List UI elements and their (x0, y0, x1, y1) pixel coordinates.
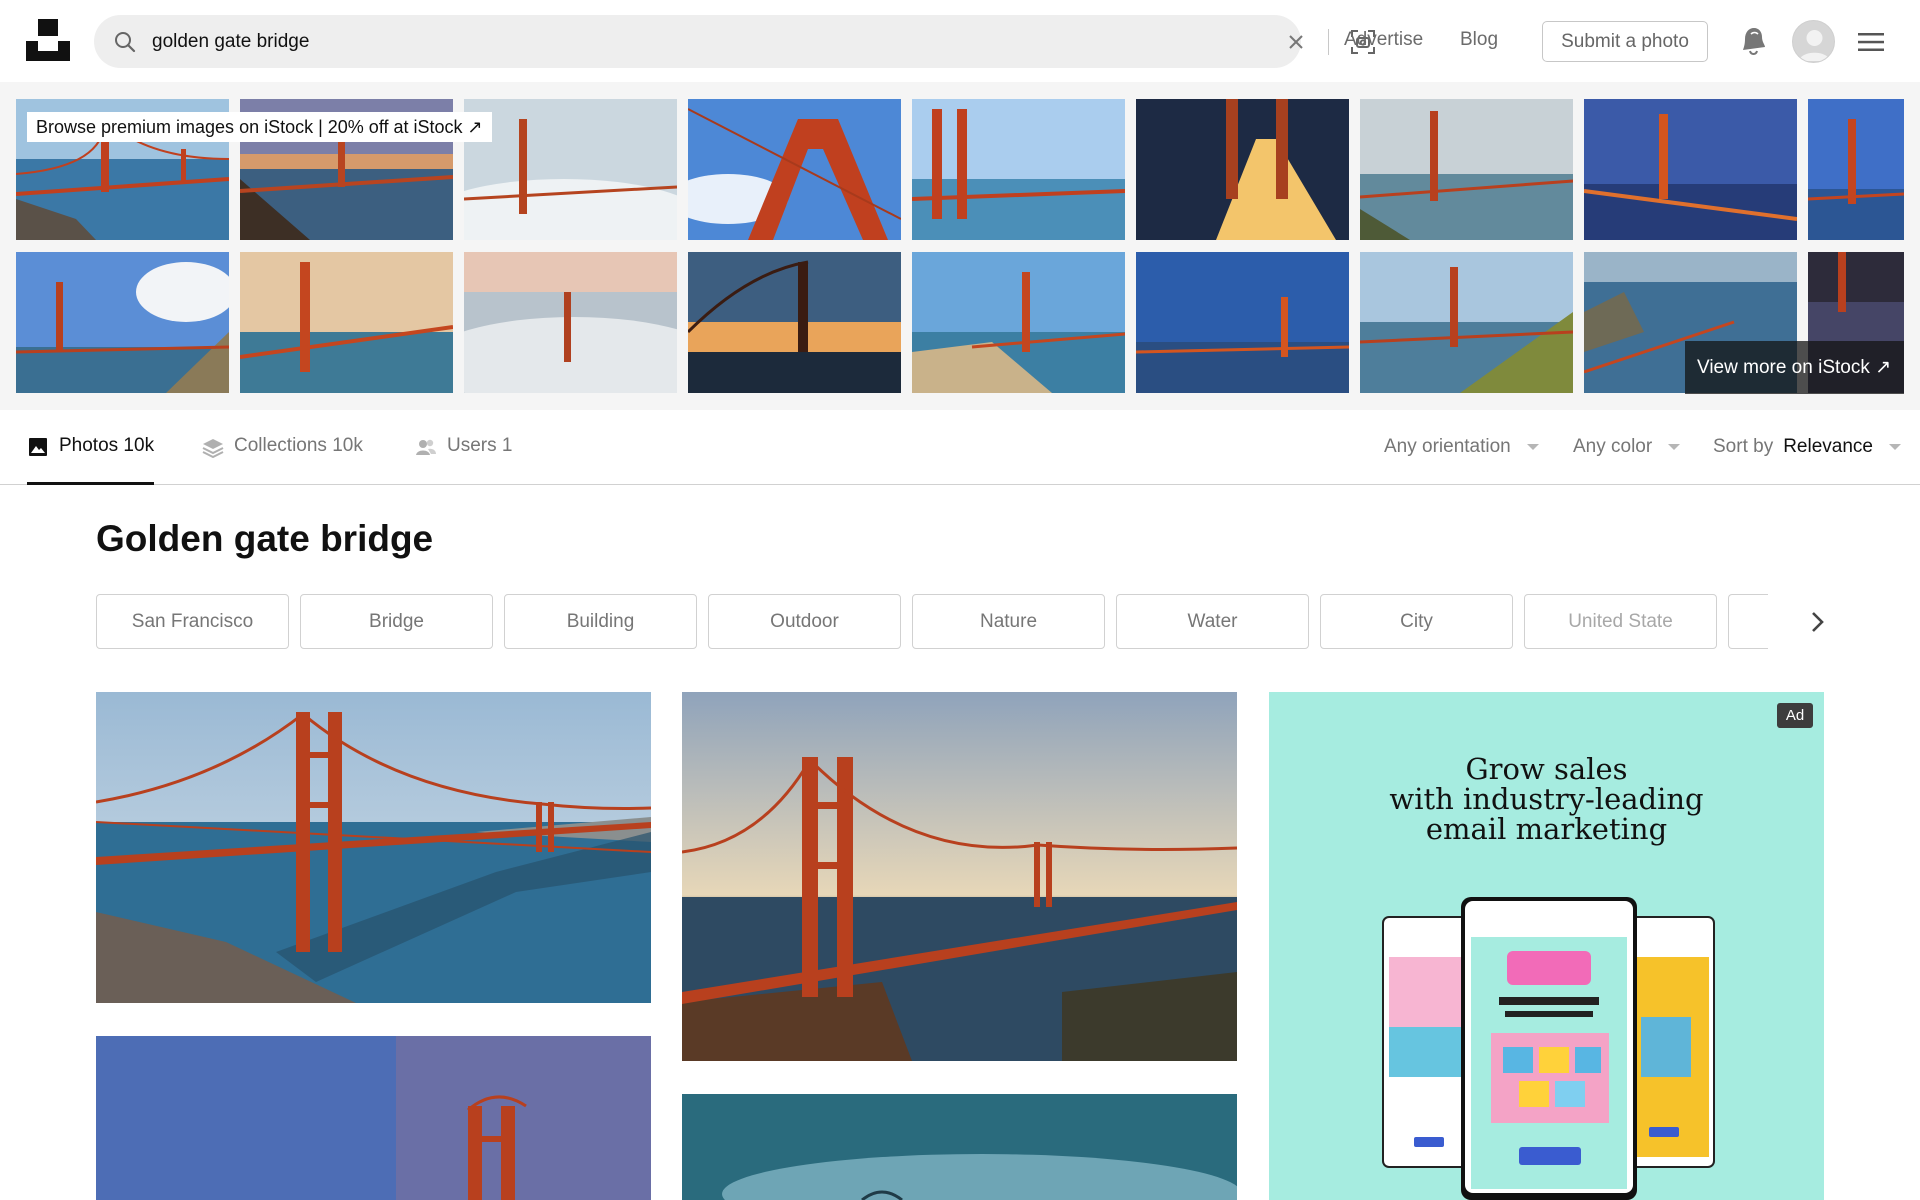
istock-thumb[interactable] (688, 99, 901, 240)
istock-thumb[interactable] (464, 252, 677, 393)
unsplash-logo[interactable] (26, 19, 70, 61)
search-tabs: Photos 10k Collections 10k Users 1 Any o… (0, 410, 1920, 485)
orientation-filter[interactable]: Any orientation (1384, 436, 1539, 458)
ad-card[interactable]: Ad Grow sales with industry-leading emai… (1269, 692, 1824, 1200)
ad-headline-line: email marketing (1425, 812, 1668, 846)
tab-photos-label: Photos 10k (59, 435, 155, 456)
tab-photos[interactable]: Photos 10k (27, 435, 155, 485)
bell-icon[interactable] (1739, 25, 1767, 57)
chip-water[interactable]: Water (1116, 594, 1309, 649)
istock-thumb[interactable] (1136, 99, 1349, 240)
search-input[interactable] (152, 25, 1152, 58)
search-divider (1328, 29, 1329, 55)
istock-view-more[interactable]: View more on iStock ↗ (1685, 341, 1904, 394)
chip-outdoor[interactable]: Outdoor (708, 594, 901, 649)
chip-united-state[interactable]: United State (1524, 594, 1717, 649)
search-icon[interactable] (114, 31, 136, 53)
istock-thumb[interactable] (16, 252, 229, 393)
color-filter[interactable]: Any color (1573, 436, 1681, 458)
istock-thumb[interactable] (1584, 99, 1797, 240)
istock-thumb[interactable] (688, 252, 901, 393)
clear-icon[interactable] (1286, 32, 1306, 52)
menu-icon[interactable] (1858, 32, 1884, 52)
chevron-right-icon[interactable] (1800, 605, 1834, 639)
sort-filter[interactable]: Sort by Relevance (1713, 436, 1901, 458)
istock-thumb[interactable] (912, 99, 1125, 240)
istock-thumb[interactable] (240, 252, 453, 393)
chip-bridge[interactable]: Bridge (300, 594, 493, 649)
tab-collections-label: Collections 10k (234, 435, 363, 456)
orientation-filter-label: Any orientation (1384, 436, 1511, 457)
istock-thumb[interactable] (1136, 252, 1349, 393)
photo-card[interactable] (682, 692, 1237, 1061)
sort-value: Relevance (1783, 436, 1873, 457)
chip-partial[interactable] (1728, 594, 1768, 649)
page-title: Golden gate bridge (96, 518, 434, 559)
photo-card[interactable] (96, 692, 651, 1003)
chevron-down-icon (1668, 444, 1681, 450)
chevron-down-icon (1888, 444, 1901, 450)
sort-prefix: Sort by (1713, 436, 1774, 457)
chip-san-francisco[interactable]: San Francisco (96, 594, 289, 649)
tab-users[interactable]: Users 1 (415, 435, 512, 485)
top-header: Advertise Blog Submit a photo (0, 0, 1920, 82)
istock-thumb[interactable] (1360, 99, 1573, 240)
ad-headline-line: with industry-leading (1389, 782, 1704, 816)
photo-card[interactable] (682, 1094, 1237, 1200)
chip-building[interactable]: Building (504, 594, 697, 649)
users-icon (416, 439, 436, 455)
istock-thumb[interactable] (1360, 252, 1573, 393)
istock-premium-label[interactable]: Browse premium images on iStock | 20% of… (27, 112, 492, 142)
chip-city[interactable]: City (1320, 594, 1513, 649)
ad-phone-illustration (1382, 897, 1715, 1200)
istock-thumb[interactable] (912, 252, 1125, 393)
photo-icon (29, 438, 47, 456)
photo-card[interactable] (96, 1036, 651, 1200)
ad-badge: Ad (1777, 703, 1813, 728)
submit-photo-button[interactable]: Submit a photo (1542, 21, 1708, 62)
search-bar (94, 15, 1375, 68)
chip-nature[interactable]: Nature (912, 594, 1105, 649)
istock-thumb[interactable] (464, 99, 677, 240)
nav-blog[interactable]: Blog (1460, 29, 1498, 51)
tab-collections[interactable]: Collections 10k (202, 435, 363, 485)
tab-users-label: Users 1 (447, 435, 513, 456)
chevron-down-icon (1526, 444, 1539, 450)
avatar[interactable] (1792, 20, 1835, 63)
nav-advertise[interactable]: Advertise (1344, 29, 1423, 51)
collections-icon (202, 439, 224, 458)
istock-thumb[interactable] (1808, 99, 1904, 240)
ad-headline-line: Grow sales (1465, 752, 1628, 786)
color-filter-label: Any color (1573, 436, 1653, 457)
istock-strip: Browse premium images on iStock | 20% of… (0, 82, 1920, 410)
ad-headline: Grow sales with industry-leading email m… (1269, 754, 1824, 844)
